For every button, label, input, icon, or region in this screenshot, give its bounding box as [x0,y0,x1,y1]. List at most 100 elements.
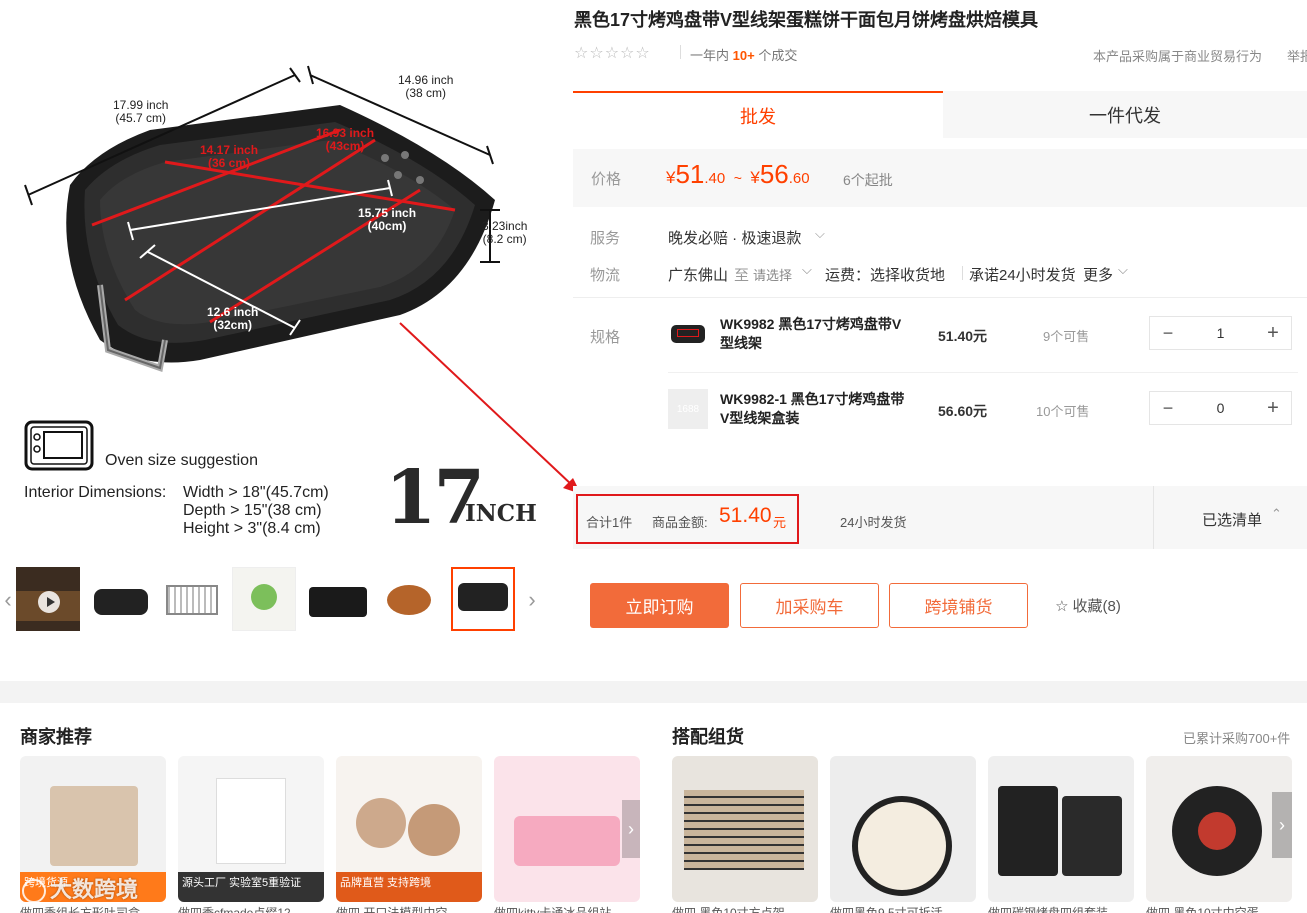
selected-list-button[interactable]: 已选清单 [1202,509,1262,530]
thumb-pan-2[interactable] [88,567,152,631]
chevron-down-icon[interactable]: ⌵ [1118,262,1128,278]
report-link[interactable]: 举报 [1287,46,1307,65]
combo-title: 搭配组货 [672,727,744,747]
total-count: 合计1件 [586,515,633,530]
price-sep: ~ [733,170,742,186]
thumb-selected[interactable] [451,567,515,631]
divider [668,372,1298,373]
amount-label: 商品金额: [652,515,708,530]
card-caption[interactable]: 做四 开口法模型中空 [336,904,482,913]
carousel-next-icon[interactable]: › [1272,792,1292,858]
recommend-card[interactable]: 源头工厂 实验室5重验证 [178,756,324,902]
sku-thumb-placeholder[interactable]: 1688 [668,389,708,429]
sales-prefix: 一年内 [690,48,730,63]
logistics-label: 物流 [590,267,621,284]
chevron-down-icon[interactable]: ⌵ [815,226,825,242]
sales-info: 一年内 10+ 个成交 [690,45,797,64]
chevron-down-icon[interactable]: ⌵ [802,262,812,278]
card-caption[interactable]: 做四黑色9.5寸可拆活 [830,904,976,913]
favorite-label: 收藏(8) [1072,598,1121,615]
sku-row: WK9982 黑色17寸烤鸡盘带V型线架 51.40元 9个可售 − 1 + [668,307,1298,367]
sku-stock: 10个可售 [1036,404,1090,419]
sku-name: WK9982 黑色17寸烤鸡盘带V型线架 [720,316,902,351]
carousel-next-icon[interactable]: › [622,800,640,858]
destination-select[interactable]: 请选择 [753,265,792,284]
thumb-rack[interactable] [160,567,224,631]
section-divider [0,681,1307,703]
size-inch-word: INCH [465,500,537,527]
tab-dropship[interactable]: 一件代发 [943,91,1307,138]
amount-unit: 元 [773,515,787,530]
divider [1153,486,1154,549]
card-caption[interactable]: 做四碳钢烤盘四组套装 [988,904,1134,913]
combo-card[interactable] [830,756,976,902]
dim-inner-width-red: 14.17 inch (36 cm) [200,143,259,170]
card-caption[interactable]: 做四 黑色10寸方点架 [672,904,818,913]
plus-icon[interactable]: + [1255,322,1291,345]
recommend-card[interactable]: › [494,756,640,902]
thumb-pan-3[interactable] [305,567,369,631]
service-value[interactable]: 晚发必赔 · 极速退款 [668,227,801,248]
quantity-stepper: − 1 + [1149,316,1292,350]
depth-text: Depth > 15"(38 cm) [183,502,322,519]
quantity-input[interactable]: 0 [1186,400,1255,416]
card-caption[interactable]: 做四kitty卡通冰品组站 [494,904,640,913]
tab-wholesale[interactable]: 批发 [573,91,943,138]
favorite-button[interactable]: ☆ 收藏(8) [1048,583,1128,628]
price-low-int: 51 [675,159,705,189]
combo-card[interactable] [672,756,818,902]
moq-text: 6个起批 [843,172,893,188]
card-badge: 品牌直营 支持跨境 [336,872,482,902]
divider [680,45,681,59]
sku-name: WK9982-1 黑色17寸烤鸡盘带V型线架盒装 [720,391,905,426]
more-link[interactable]: 更多 [1083,264,1113,285]
combo-card[interactable] [988,756,1134,902]
card-caption[interactable]: 做四季组长方形吐司盒 [20,904,166,913]
price-bar: 价格 ¥51.40 ~ ¥56.60 6个起批 [573,149,1307,207]
add-to-cart-button[interactable]: 加采购车 [740,583,879,628]
thumb-next-button[interactable]: › [524,583,540,617]
price-label: 价格 [591,171,622,188]
card-caption[interactable]: 做四季cfmade点缀12 [178,904,324,913]
ship-time: 24小时发货 [840,515,907,530]
dim-outer-width: 14.96 inch (38 cm) [398,73,454,100]
purchase-tabs: 批发 一件代发 [573,91,1307,138]
watermark-logo-icon [22,879,46,904]
recommend-card[interactable]: 品牌直营 支持跨境 [336,756,482,902]
chevron-up-icon[interactable]: ⌃ [1271,506,1282,522]
sku-price: 56.60元 [938,403,988,419]
merchant-recommend-title: 商家推荐 [20,727,92,747]
quantity-stepper: − 0 + [1149,391,1292,425]
card-caption[interactable]: 做四 黑色10寸中空蛋 [1146,904,1292,913]
order-summary-bar: 合计1件 商品金额: 51.40 元 24小时发货 已选清单 ⌃ [573,486,1307,549]
card-badge: 源头工厂 实验室5重验证 [178,872,324,902]
crossborder-button[interactable]: 跨境铺货 [889,583,1028,628]
ship-from: 广东佛山 [668,267,729,284]
divider [573,297,1307,298]
dim-outer-length: 17.99 inch (45.7 cm) [113,98,169,125]
price-high-int: 56 [759,159,789,189]
promise-text: 承诺24小时发货 [969,267,1076,284]
combo-stat: 已累计采购700+件 [1183,731,1291,746]
price-range: ¥51.40 ~ ¥56.60 [666,159,810,190]
order-now-button[interactable]: 立即订购 [590,583,729,628]
sales-suffix: 个成交 [758,48,798,63]
thumbnail-strip: ‹ › [0,565,545,635]
plus-icon[interactable]: + [1255,397,1291,420]
sku-thumb[interactable] [668,314,708,354]
currency-symbol-2: ¥ [750,168,760,187]
quantity-input[interactable]: 1 [1186,325,1255,341]
combo-card[interactable]: › [1146,756,1292,902]
minus-icon[interactable]: − [1150,398,1186,419]
ship-to-word: 至 [734,267,750,284]
watermark-text: 大数跨境 [50,877,139,902]
thumb-certificate[interactable] [232,567,296,631]
thumb-prev-button[interactable]: ‹ [0,583,16,617]
thumb-video[interactable] [16,567,80,631]
minus-icon[interactable]: − [1150,323,1186,344]
product-title: 黑色17寸烤鸡盘带V型线架蛋糕饼干面包月饼烤盘烘焙模具 [574,10,1039,30]
thumb-roast-chicken[interactable] [377,567,441,631]
freight-text: 运费：选择收货地 [825,267,946,284]
height-text: Height > 3"(8.4 cm) [183,520,321,537]
oven-suggestion-text: Oven size suggestion [105,452,258,469]
